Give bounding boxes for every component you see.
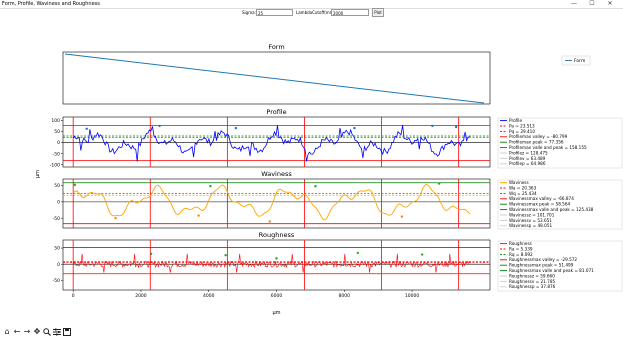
roughness-extremum-marker [224,253,227,257]
profile-ytick-label: 100 [51,118,60,124]
waviness-extremum-marker [314,184,317,188]
x-tick-label: 4000 [203,293,215,299]
profile-legend-entry: Pq = 29.410 [509,129,535,134]
x-tick-label: 6000 [271,293,283,299]
profile-extremum-marker [353,126,356,130]
waviness-legend-entry: Wavinessmax peak = 58.564 [509,202,571,207]
sigma-label: Sigma: [242,10,256,15]
roughness-extremum-marker [356,251,360,255]
roughness-extremum-marker [421,253,424,256]
waviness-legend-entry: Waviness [509,180,529,185]
form-legend-entry: Form [574,58,585,64]
minimize-button[interactable]: — [567,0,581,8]
waviness-ytick-label: 0 [57,199,60,205]
roughness-legend-entry: Roughnessz = 59.660 [509,273,555,278]
waviness-extremum-marker [114,217,117,220]
roughness-legend-entry: Roughnessmax valle and peak = 81.071 [509,268,594,273]
profile-extremum-marker [454,125,458,129]
roughness-ytick-label: -50 [53,278,60,284]
waviness-extremum-marker [73,183,77,187]
y-axis-label: μm [35,170,41,178]
x-tick-label: 2000 [135,293,147,299]
waviness-legend-entry: Wa = 20.363 [509,185,537,190]
profile-legend-entry: Profilemax peak = 77.356 [509,140,564,145]
waviness-legend-entry: Wavinessmax valle and peak = 125.438 [509,207,594,212]
waviness-extremum-marker [197,214,200,217]
form-axes: Form Form [62,43,591,105]
profile-legend-entry: Profilez = 128.475 [509,150,548,155]
profile-legend-entry: Profile [509,118,522,123]
waviness-extremum-marker [437,182,441,185]
waviness-legend-entry: Wavinessz = 101.701 [509,212,555,217]
profile-extremum-marker [85,127,88,130]
profile-title: Profile [266,108,286,116]
figure-canvas: FormFormProfile-100-50050100 ProfilePa = … [35,43,623,316]
waviness-axes-frame [62,178,491,229]
waviness-legend-entry: Wavinessmax valley = -66.874 [509,196,574,201]
roughness-extremum-marker [275,257,278,260]
roughness-legend-entry: Roughnessmax peak = 51.499 [509,263,574,268]
pan-icon[interactable]: ✥ [32,326,42,337]
form-legend: Form [561,55,591,66]
roughness-extremum-marker [149,252,153,256]
maximize-button[interactable]: ☐ [585,0,599,8]
roughness-ytick-label: 50 [54,246,60,252]
waviness-ytick-label: 50 [54,183,60,189]
form-title: Form [268,43,284,51]
waviness-axes: Waviness-50050WavinessWa = 20.363Wq = 25… [53,170,623,230]
roughness-legend-entry: Roughnessv = 21.785 [509,279,555,284]
home-icon[interactable]: ⌂ [2,326,12,337]
profile-extremum-marker [158,124,161,128]
window-title: Form, Profile, Waviness and Roughness [2,1,100,7]
profile-legend-entry: Profilemax valle and peak = 158.155 [509,145,587,150]
waviness-legend-entry: Wavinessv = 53.651 [509,218,552,223]
waviness-extremum-marker [209,184,212,188]
profile-legend-entry: Pa = 23.513 [509,123,535,128]
waviness-extremum-marker [268,220,271,223]
roughness-legend-entry: Roughnessmax valley = -29.572 [509,257,577,262]
profile-legend-entry: Profilep = 64.986 [509,161,546,166]
roughness-legend-entry: Rq = 8.092 [509,252,533,257]
waviness-legend: WavinessWa = 20.363Wq = 25.434Wavinessma… [497,179,623,230]
profile-ytick-label: 0 [57,140,60,146]
x-tick-label: 8000 [339,293,351,299]
controls-row: Sigma: 25 LambdaCutoff(mm): 2000 Plot [0,8,623,18]
roughness-legend-entry: Roughnessp = 37.876 [509,284,556,289]
roughness-ytick-label: 0 [57,262,60,268]
profile-axes: Profile-100-50050100 ProfilePa = 23.513Pq… [50,108,623,169]
navigation-toolbar: ⌂ ← → ✥ [0,326,623,338]
roughness-legend: RoughnessRa = 5.339Rq = 8.092Roughnessma… [497,240,623,292]
configure-subplots-icon[interactable] [52,326,62,337]
x-axis-label: μm [272,310,280,316]
x-tick-label: 0 [72,293,75,299]
profile-extremum-marker [431,124,434,128]
roughness-title: Roughness [259,231,295,239]
waviness-extremum-marker [400,215,404,218]
back-arrow-icon[interactable]: ← [12,326,22,337]
profile-ytick-label: -100 [50,162,60,168]
profile-extremum-marker [234,126,238,130]
waviness-title: Waviness [261,170,292,178]
roughness-axes: Roughness-50050RoughnessRa = 5.339Rq = 8… [53,231,623,299]
profile-ytick-label: -50 [53,151,60,157]
zoom-icon[interactable] [42,326,52,337]
save-icon[interactable] [62,326,72,337]
roughness-legend-entry: Roughness [509,241,532,246]
waviness-ytick-label: -50 [53,216,60,222]
profile-legend-entry: Profilev = 63.489 [509,156,546,161]
sigma-input[interactable]: 25 [256,9,293,16]
profile-axes-frame [62,116,491,168]
lambda-cutoff-input[interactable]: 2000 [331,9,369,16]
plot-button[interactable]: Plot [372,8,384,17]
waviness-legend-entry: Wavinessp = 48.051 [509,223,552,228]
forward-arrow-icon[interactable]: → [22,326,32,337]
roughness-legend-entry: Ra = 5.339 [509,246,533,251]
x-tick-label: 10000 [405,293,419,299]
profile-legend: ProfilePa = 23.513Pq = 29.410Profilemax … [497,117,623,169]
close-button[interactable]: ✕ [603,0,617,8]
profile-legend-entry: Profilemax valley = -80.799 [509,134,568,139]
profile-ytick-label: 50 [54,129,60,135]
waviness-legend-entry: Wq = 25.434 [509,191,537,196]
